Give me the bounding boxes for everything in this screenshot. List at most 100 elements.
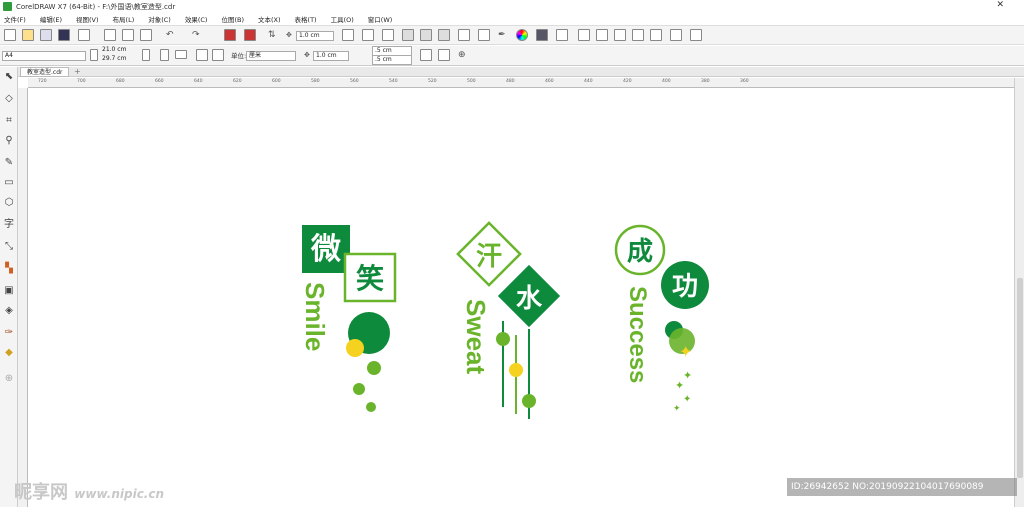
add-tab-icon[interactable]: + [74, 67, 81, 76]
ruler-tick: 620 [233, 79, 242, 84]
success-sparkle-4: ✦ [673, 404, 681, 414]
new-document-icon[interactable] [4, 29, 16, 41]
vertical-scrollbar[interactable] [1014, 78, 1024, 507]
align-page-icon[interactable] [420, 49, 432, 61]
nudge-distance-field[interactable]: 1.0 cm [313, 51, 349, 61]
menu-tools[interactable]: 工具(O) [331, 14, 354, 24]
unit-select[interactable]: 厘米 [246, 51, 296, 61]
ungroup-icon[interactable] [650, 29, 662, 41]
eyedropper-tool-icon[interactable]: ✑ [3, 327, 15, 339]
pick-tool-icon[interactable]: ⬉ [3, 71, 15, 83]
nudge-field[interactable]: 1.0 cm [296, 31, 334, 41]
transform-icon[interactable] [578, 29, 590, 41]
menu-layout[interactable]: 布局(L) [113, 14, 135, 24]
snap-icon[interactable]: ⇅ [268, 29, 276, 41]
menu-window[interactable]: 窗口(W) [368, 14, 393, 24]
ruler-tick: 500 [467, 79, 476, 84]
watermark-site-name: 昵享网 [14, 482, 68, 503]
horizontal-ruler: 720 700 680 660 640 620 600 580 560 540 520 500 480 4… [28, 78, 1014, 88]
drawing-canvas[interactable]: 微 笑 Smile 汗 水 Sweat 成 功 Success ✦ ✦ ✦ ✦ … [29, 89, 1014, 507]
add-tool-icon[interactable]: ⊕ [3, 373, 15, 385]
document-tabs: 教室造型.cdr + [18, 67, 1024, 77]
sweat-word: Sweat [461, 299, 491, 374]
drop-shadow-tool-icon[interactable]: ▣ [3, 285, 15, 297]
menu-edit[interactable]: 编辑(E) [40, 14, 62, 24]
menu-object[interactable]: 对象(C) [148, 14, 171, 24]
save-as-icon[interactable] [58, 29, 70, 41]
all-pages-icon[interactable] [196, 49, 208, 61]
sweat-group: 汗 水 Sweat [456, 221, 561, 419]
import-icon[interactable] [224, 29, 236, 41]
distribute-icon[interactable] [382, 29, 394, 41]
launch-icon[interactable] [556, 29, 568, 41]
nudge-icon: ✥ [304, 51, 310, 59]
cut-icon[interactable] [104, 29, 116, 41]
watermark-id: ID:26942652 NO:20190922104017690089 [787, 478, 1017, 496]
transparency-tool-icon[interactable]: ◈ [3, 305, 15, 317]
success-char1: 成 [627, 237, 653, 267]
spin-icon[interactable] [142, 49, 150, 61]
menu-text[interactable]: 文本(X) [258, 14, 281, 24]
ruler-tick: 560 [350, 79, 359, 84]
color-swatch-icon[interactable] [536, 29, 548, 41]
property-bar: A4 21.0 cm 29.7 cm 单位: 厘米 ✥ 1.0 cm .5 cm… [0, 46, 1024, 66]
view-mode-icon[interactable] [438, 29, 450, 41]
tab-document[interactable]: 教室造型.cdr [20, 67, 70, 77]
wireframe-icon[interactable] [420, 29, 432, 41]
paste-icon[interactable] [140, 29, 152, 41]
ruler-tick: 520 [428, 79, 437, 84]
menu-bitmaps[interactable]: 位图(B) [221, 14, 244, 24]
combine-icon[interactable] [596, 29, 608, 41]
edit-page-icon[interactable] [438, 49, 450, 61]
polygon-tool-icon[interactable]: ⬡ [3, 197, 15, 209]
redo-icon[interactable]: ↷ [192, 29, 200, 41]
undo-icon[interactable]: ↶ [166, 29, 174, 41]
align-icon[interactable] [362, 29, 374, 41]
copy-icon[interactable] [122, 29, 134, 41]
export-icon[interactable] [244, 29, 256, 41]
order-icon[interactable] [670, 29, 682, 41]
ruler-tick: 720 [38, 79, 47, 84]
watermark-url: www.nipic.cn [74, 487, 165, 501]
text-tool-icon[interactable]: 字 [3, 219, 15, 231]
grid-icon[interactable] [478, 29, 490, 41]
print-icon[interactable] [78, 29, 90, 41]
freehand-tool-icon[interactable]: ✎ [3, 157, 15, 169]
menu-effects[interactable]: 效果(C) [185, 14, 208, 24]
page-size-select[interactable]: A4 [2, 51, 86, 61]
guidelines-icon[interactable] [458, 29, 470, 41]
page-height-field[interactable]: 29.7 cm [100, 55, 140, 65]
scrollbar-thumb[interactable] [1017, 278, 1023, 478]
duplicate-y-field[interactable]: .5 cm [372, 55, 412, 65]
rectangle-tool-icon[interactable]: ▭ [3, 177, 15, 189]
current-page-icon[interactable] [212, 49, 224, 61]
standard-toolbar: ↶ ↷ ⇅ ✥ 1.0 cm ✒ [0, 25, 1024, 45]
shape-tool-icon[interactable]: ◇ [3, 93, 15, 105]
landscape-icon[interactable] [175, 50, 187, 59]
menu-file[interactable]: 文件(F) [4, 14, 26, 24]
color-wheel-icon[interactable] [516, 29, 528, 41]
add-icon[interactable]: ⊕ [458, 49, 466, 61]
crop-tool-icon[interactable]: ⌗ [3, 115, 15, 127]
open-icon[interactable] [22, 29, 34, 41]
break-apart-icon[interactable] [614, 29, 626, 41]
dimension-tool-icon[interactable]: ⤡ [3, 241, 15, 253]
smile-dot-1 [367, 361, 381, 375]
group-icon[interactable] [632, 29, 644, 41]
menu-view[interactable]: 视图(V) [76, 14, 99, 24]
save-icon[interactable] [40, 29, 52, 41]
pen-icon[interactable]: ✒ [498, 29, 506, 41]
menu-bar: 文件(F) 编辑(E) 视图(V) 布局(L) 对象(C) 效果(C) 位图(B… [0, 13, 1024, 24]
text-tool-icon[interactable] [342, 29, 354, 41]
options-icon[interactable] [690, 29, 702, 41]
close-icon[interactable]: ✕ [996, 0, 1004, 10]
ruler-tick: 480 [506, 79, 515, 84]
menu-table[interactable]: 表格(T) [295, 14, 317, 24]
connector-tool-icon[interactable]: ▚ [3, 263, 15, 275]
layer-icon[interactable] [402, 29, 414, 41]
sweat-char2: 水 [516, 284, 543, 314]
unit-label: 单位: [231, 52, 247, 60]
fill-tool-icon[interactable]: ◆ [3, 347, 15, 359]
portrait-icon[interactable] [160, 49, 169, 61]
zoom-tool-icon[interactable]: ⚲ [3, 135, 15, 147]
